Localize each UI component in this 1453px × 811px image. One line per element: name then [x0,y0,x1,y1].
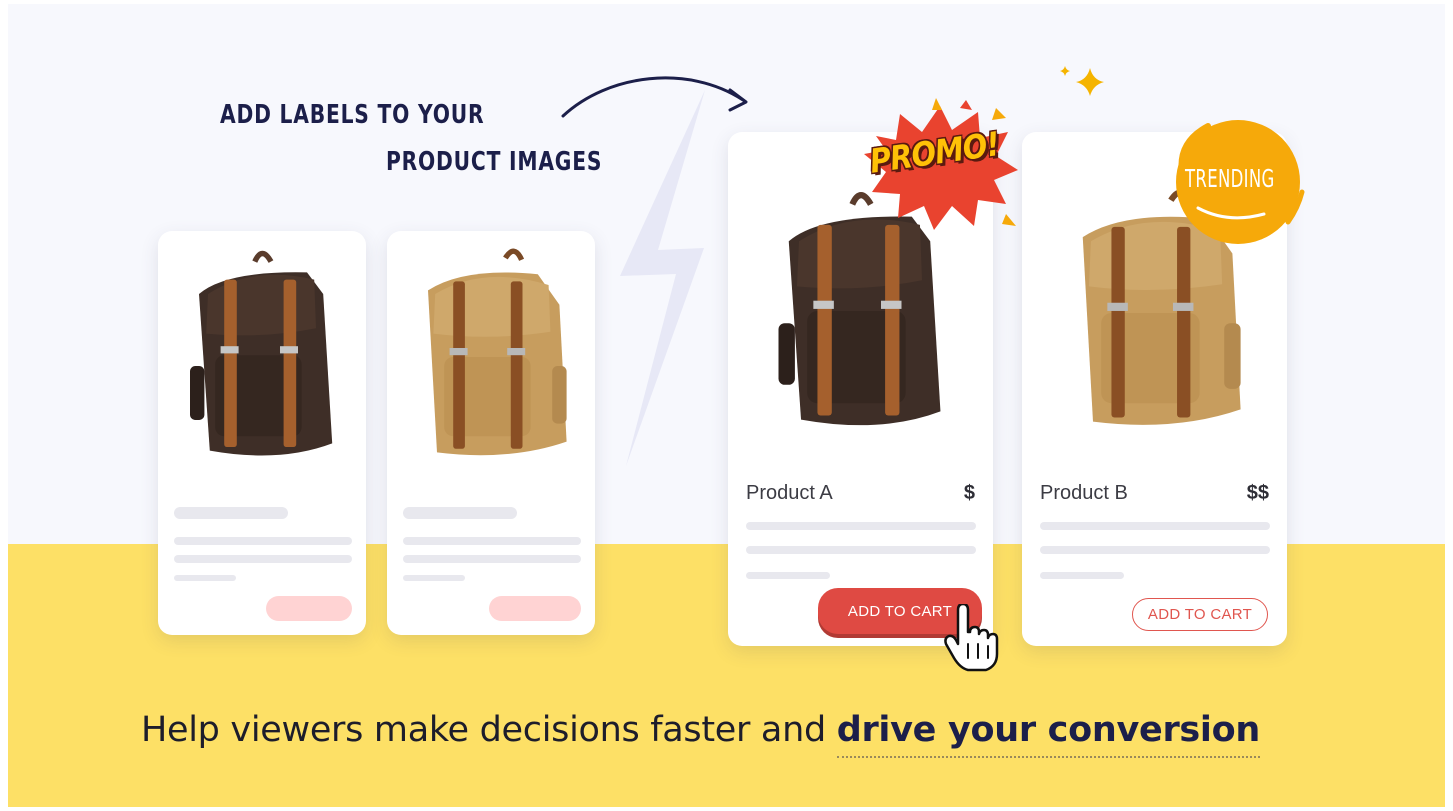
text-skeleton [174,537,352,545]
curved-arrow-icon [561,76,745,118]
banner-canvas: ADD LABELS TO YOUR PRODUCT IMAGES Produc… [8,4,1445,807]
text-skeleton [1040,546,1270,554]
text-skeleton [746,522,976,530]
tagline-normal: Help viewers make decisions faster and [141,710,837,750]
product-price: $ [963,482,975,504]
trending-label: TRENDING [1185,164,1275,193]
title-skeleton [403,507,517,519]
title-skeleton [174,507,288,519]
add-to-cart-button[interactable]: ADD TO CART [1132,598,1268,631]
product-name: Product A [746,482,833,504]
arrow-head-icon [728,88,748,112]
product-price: $$ [1246,482,1269,504]
product-name: Product B [1040,482,1128,504]
text-skeleton [174,555,352,563]
text-skeleton [403,537,581,545]
headline-line-2: PRODUCT IMAGES [386,147,603,177]
sparkle-icon-small [1060,66,1070,76]
text-skeleton [1040,522,1270,530]
placeholder-card-tan[interactable] [387,231,595,635]
tan-backpack-image [428,248,567,456]
button-skeleton [266,596,352,621]
text-skeleton [174,575,236,581]
dark-backpack-image [190,250,333,456]
text-skeleton [403,575,465,581]
headline-line-1: ADD LABELS TO YOUR [220,100,485,130]
button-skeleton [489,596,581,621]
tagline: Help viewers make decisions faster and d… [141,710,1260,758]
sparkle-icon [1076,68,1104,96]
text-skeleton [746,546,976,554]
text-skeleton [746,572,830,579]
tagline-bold: drive your conversion [836,710,1260,758]
hand-pointer-icon [944,604,999,672]
text-skeleton [403,555,581,563]
placeholder-card-dark[interactable] [158,231,366,635]
text-skeleton [1040,572,1124,579]
lightning-bolt-icon [620,90,705,466]
